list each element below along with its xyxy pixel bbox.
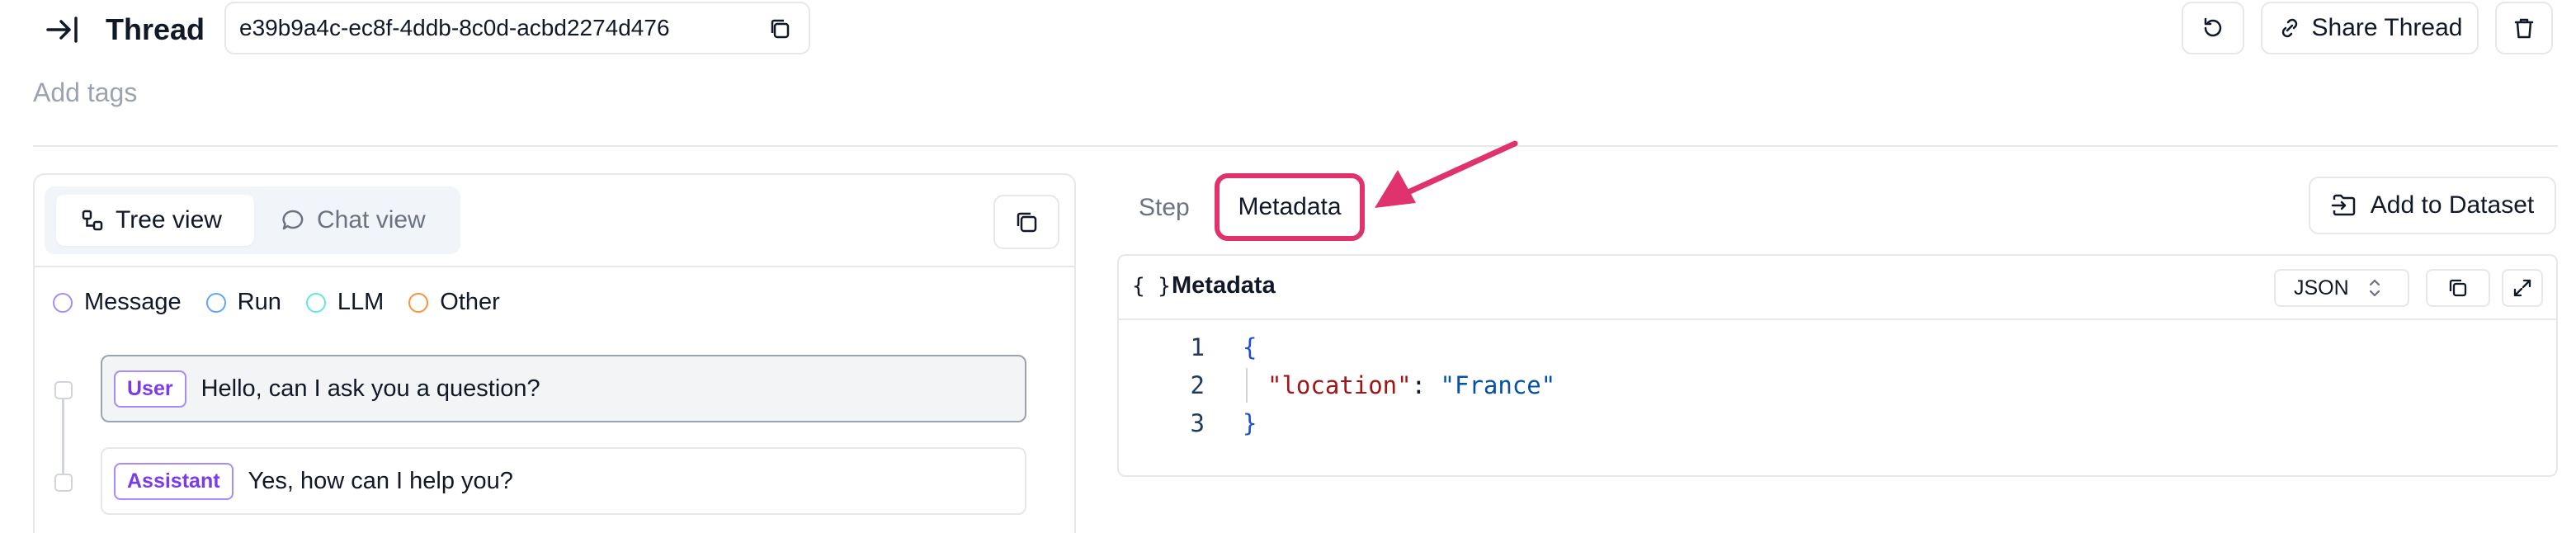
json-colon: : — [1411, 371, 1441, 399]
legend-other-dot — [408, 292, 429, 313]
share-thread-label: Share Thread — [2311, 14, 2463, 41]
tab-metadata[interactable]: Metadata — [1215, 173, 1365, 241]
trash-icon — [2512, 16, 2536, 40]
tree-icon — [81, 209, 104, 232]
legend-llm-dot — [305, 292, 326, 313]
braces-icon: { } — [1132, 274, 1171, 299]
legend-message-label: Message — [84, 289, 182, 315]
line-number: 2 — [1190, 371, 1205, 399]
thread-id-text: e39b9a4c-ec8f-4ddb-8c0d-acbd2274d476 — [239, 15, 670, 40]
left-panel-divider — [35, 266, 1074, 267]
json-value: "France" — [1440, 371, 1556, 399]
metadata-title: Metadata — [1172, 272, 1276, 299]
format-select[interactable]: JSON — [2274, 269, 2409, 307]
message-item-assistant[interactable]: Assistant Yes, how can I help you? — [101, 447, 1026, 515]
tree-connector — [62, 399, 64, 482]
refresh-icon — [2201, 16, 2225, 40]
json-code-editor[interactable]: { "location": "France" } — [1243, 328, 1555, 442]
legend-run-dot — [205, 292, 226, 313]
copy-thread-button[interactable] — [993, 195, 1059, 249]
legend-llm: LLM — [305, 289, 385, 316]
role-badge-user: User — [114, 370, 186, 408]
node-type-legend: Message Run LLM Other — [53, 289, 525, 316]
tree-node-handle — [54, 474, 73, 492]
legend-message: Message — [53, 289, 182, 316]
copy-icon — [1013, 209, 1040, 235]
code-line: } — [1243, 404, 1555, 442]
legend-other-label: Other — [440, 289, 500, 315]
collapse-sidebar-icon[interactable] — [45, 13, 81, 46]
page-title: Thread — [106, 12, 205, 46]
json-close-brace: } — [1243, 409, 1257, 437]
tab-tree-view[interactable]: Tree view — [56, 195, 254, 246]
expand-metadata-button[interactable] — [2502, 269, 2543, 307]
metadata-header-divider — [1119, 318, 2556, 320]
message-text: Yes, how can I help you? — [248, 467, 513, 494]
message-item-user[interactable]: User Hello, can I ask you a question? — [101, 355, 1026, 422]
legend-other: Other — [408, 289, 500, 316]
message-text: Hello, can I ask you a question? — [201, 375, 540, 402]
refresh-button[interactable] — [2182, 2, 2244, 54]
line-number: 1 — [1190, 333, 1205, 361]
legend-message-dot — [53, 292, 73, 313]
add-to-dataset-label: Add to Dataset — [2370, 191, 2535, 219]
thread-id-field: e39b9a4c-ec8f-4ddb-8c0d-acbd2274d476 — [224, 2, 810, 54]
add-tags-input[interactable]: Add tags — [33, 76, 137, 109]
chat-bubble-icon — [281, 208, 305, 233]
delete-button[interactable] — [2495, 2, 2553, 54]
tab-chat-view[interactable]: Chat view — [262, 195, 452, 246]
add-to-dataset-button[interactable]: Add to Dataset — [2309, 177, 2556, 234]
link-icon — [2277, 16, 2302, 40]
role-badge-assistant: Assistant — [114, 462, 234, 500]
legend-llm-label: LLM — [337, 289, 385, 315]
json-open-brace: { — [1243, 333, 1257, 361]
header-divider — [33, 145, 2558, 147]
copy-metadata-button[interactable] — [2426, 269, 2490, 307]
code-line: "location": "France" — [1243, 366, 1555, 404]
legend-run-label: Run — [237, 289, 281, 315]
code-line-numbers: 1 2 3 — [1155, 328, 1205, 442]
json-key: "location" — [1267, 371, 1412, 399]
copy-icon[interactable] — [767, 17, 792, 41]
tab-tree-view-label: Tree view — [116, 206, 222, 233]
chevron-up-down-icon — [2367, 277, 2382, 299]
line-number: 3 — [1190, 409, 1205, 437]
format-select-value: JSON — [2294, 276, 2349, 300]
tab-step[interactable]: Step — [1139, 191, 1190, 224]
tree-node-handle — [54, 381, 73, 399]
copy-icon — [2446, 276, 2470, 300]
share-thread-button[interactable]: Share Thread — [2261, 2, 2479, 54]
annotation-arrow — [1370, 132, 1518, 219]
code-line: { — [1243, 328, 1555, 366]
legend-run: Run — [205, 289, 281, 316]
tab-chat-view-label: Chat view — [317, 206, 426, 233]
expand-icon — [2512, 277, 2533, 299]
import-icon — [2331, 192, 2357, 219]
